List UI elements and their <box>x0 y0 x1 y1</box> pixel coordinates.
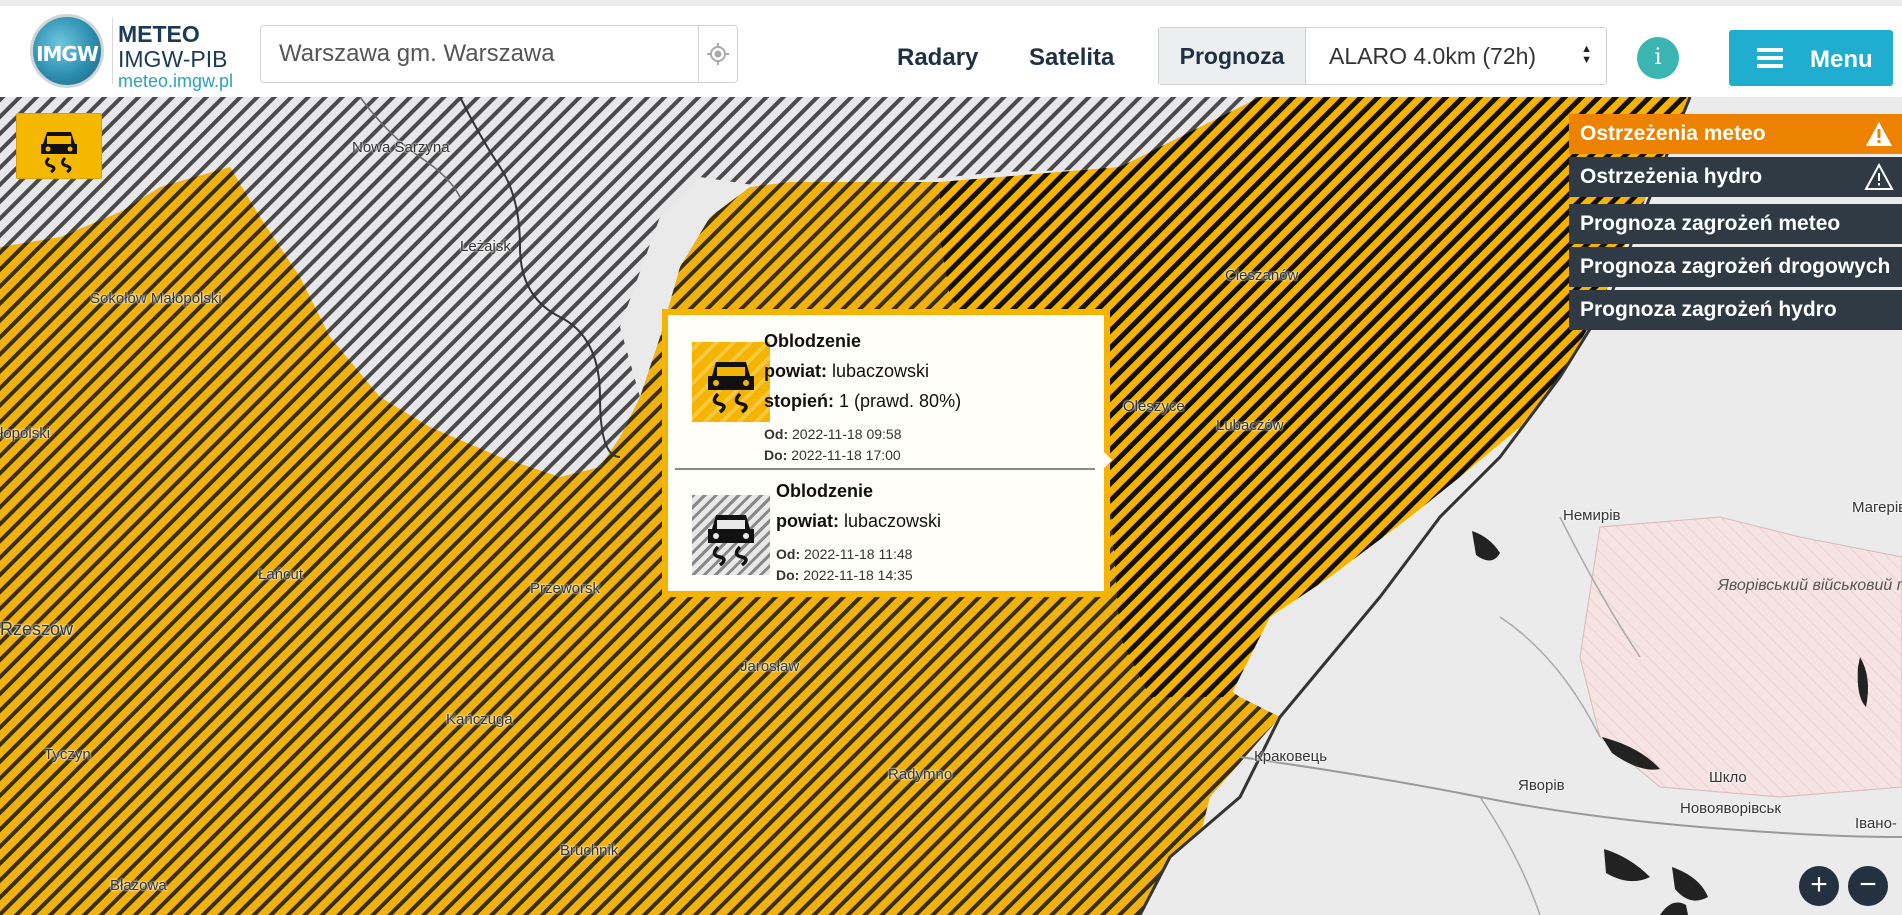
place-label: Radymno <box>888 766 953 783</box>
geolocate-button[interactable] <box>698 26 737 82</box>
popup-divider <box>675 468 1095 470</box>
layer-panel: Ostrzeżenia meteo Ostrzeżenia hydro Prog… <box>1569 114 1902 333</box>
warning-icon <box>1866 122 1892 146</box>
place-label: Яворівський військовий полігон <box>1718 577 1902 594</box>
info-button[interactable]: i <box>1637 37 1679 79</box>
warning-title: Oblodzenie <box>764 331 862 351</box>
imgw-logo-emblem[interactable]: IMGW <box>30 14 104 88</box>
warning-stopien: stopień: 1 (prawd. 80%) <box>764 391 962 411</box>
place-label: Tyczyn <box>44 746 91 763</box>
layer-ostrzezenia-meteo[interactable]: Ostrzeżenia meteo <box>1569 114 1902 154</box>
place-label: Немирів <box>1563 507 1621 524</box>
current-warning-details: Oblodzenie powiat: lubaczowski stopień: … <box>764 331 961 463</box>
menu-button[interactable]: Menu <box>1729 30 1893 86</box>
place-label: Магерів <box>1852 499 1902 516</box>
forecast-selector: Prognoza ALARO 4.0km (72h) ▲ ▼ <box>1158 27 1607 85</box>
warning-outline-icon <box>1864 163 1894 190</box>
forecast-model-select[interactable]: ALARO 4.0km (72h) <box>1329 28 1536 84</box>
layer-label: Prognoza zagrożeń meteo <box>1580 212 1841 235</box>
layer-ostrzezenia-hydro[interactable]: Ostrzeżenia hydro <box>1569 157 1902 197</box>
warning-from: Od: 2022-11-18 11:48 <box>776 546 913 562</box>
place-label: Łańcut <box>258 566 304 583</box>
location-search-input[interactable] <box>261 26 701 82</box>
place-label: Яворів <box>1518 777 1565 794</box>
logo-title[interactable]: METEO <box>118 21 200 48</box>
hamburger-icon <box>1757 48 1783 72</box>
place-label: Przeworsk <box>530 580 601 597</box>
place-label: Краковець <box>1254 748 1328 765</box>
crosshair-icon <box>707 43 729 65</box>
place-label: Cieszanów <box>1225 267 1299 284</box>
place-label: Івано- <box>1855 815 1897 832</box>
warning-popup[interactable]: Oblodzenie powiat: lubaczowski stopień: … <box>662 309 1112 597</box>
layer-prognoza-meteo[interactable]: Prognoza zagrożeń meteo <box>1569 204 1902 244</box>
slippery-road-icon <box>692 342 770 422</box>
warning-to: Do: 2022-11-18 14:35 <box>776 567 913 583</box>
layer-label: Ostrzeżenia hydro <box>1580 165 1763 188</box>
menu-label: Menu <box>1810 46 1873 73</box>
place-label: Новояворівськ <box>1680 800 1781 817</box>
zoom-in-button[interactable]: + <box>1799 866 1839 906</box>
logo-subtitle[interactable]: IMGW-PIB <box>118 46 227 73</box>
warning-title: Oblodzenie <box>776 481 874 501</box>
place-label: Nowa Sarzyna <box>352 139 450 156</box>
location-search <box>260 25 738 83</box>
warning-powiat: powiat: lubaczowski <box>764 361 930 381</box>
warning-from: Od: 2022-11-18 09:58 <box>764 426 902 442</box>
layer-prognoza-drogowych[interactable]: Prognoza zagrożeń drogowych <box>1569 247 1902 287</box>
nav-satelita[interactable]: Satelita <box>1029 44 1114 72</box>
select-arrows-icon: ▲ ▼ <box>1581 43 1592 66</box>
place-label: Sokołów Małopolski <box>90 290 222 307</box>
past-warning-details: Oblodzenie powiat: lubaczowski Od: 2022-… <box>776 481 941 583</box>
place-label: Jarosław <box>740 658 800 675</box>
warning-powiat: powiat: lubaczowski <box>776 511 942 531</box>
place-label: Lubaczów <box>1216 417 1284 434</box>
layer-label: Prognoza zagrożeń hydro <box>1580 298 1837 321</box>
logo-divider <box>112 18 113 84</box>
place-label: Oleszyce <box>1123 398 1185 415</box>
forecast-button[interactable]: Prognoza <box>1159 28 1306 84</box>
layer-prognoza-hydro[interactable]: Prognoza zagrożeń hydro <box>1569 290 1902 330</box>
place-label: Rzeszów <box>0 619 74 639</box>
road-warnings-toggle[interactable] <box>16 113 102 179</box>
top-bar: IMGW METEO IMGW-PIB meteo.imgw.pl Radary… <box>0 0 1902 97</box>
place-label: łopolski <box>0 425 51 442</box>
place-label: Bruchnik <box>560 842 619 859</box>
place-label: Leżajsk <box>460 238 511 255</box>
place-label: Шкло <box>1709 769 1747 786</box>
slippery-road-icon <box>692 495 770 575</box>
nav-radary[interactable]: Radary <box>897 44 978 72</box>
slippery-road-icon <box>41 132 77 174</box>
zoom-out-button[interactable]: − <box>1848 866 1888 906</box>
layer-label: Ostrzeżenia meteo <box>1580 122 1766 145</box>
place-label: Błażowa <box>110 877 167 894</box>
layer-label: Prognoza zagrożeń drogowych <box>1580 255 1891 278</box>
logo-url[interactable]: meteo.imgw.pl <box>118 71 233 92</box>
warning-to: Do: 2022-11-18 17:00 <box>764 447 901 463</box>
place-label: Kańczuga <box>446 711 513 728</box>
